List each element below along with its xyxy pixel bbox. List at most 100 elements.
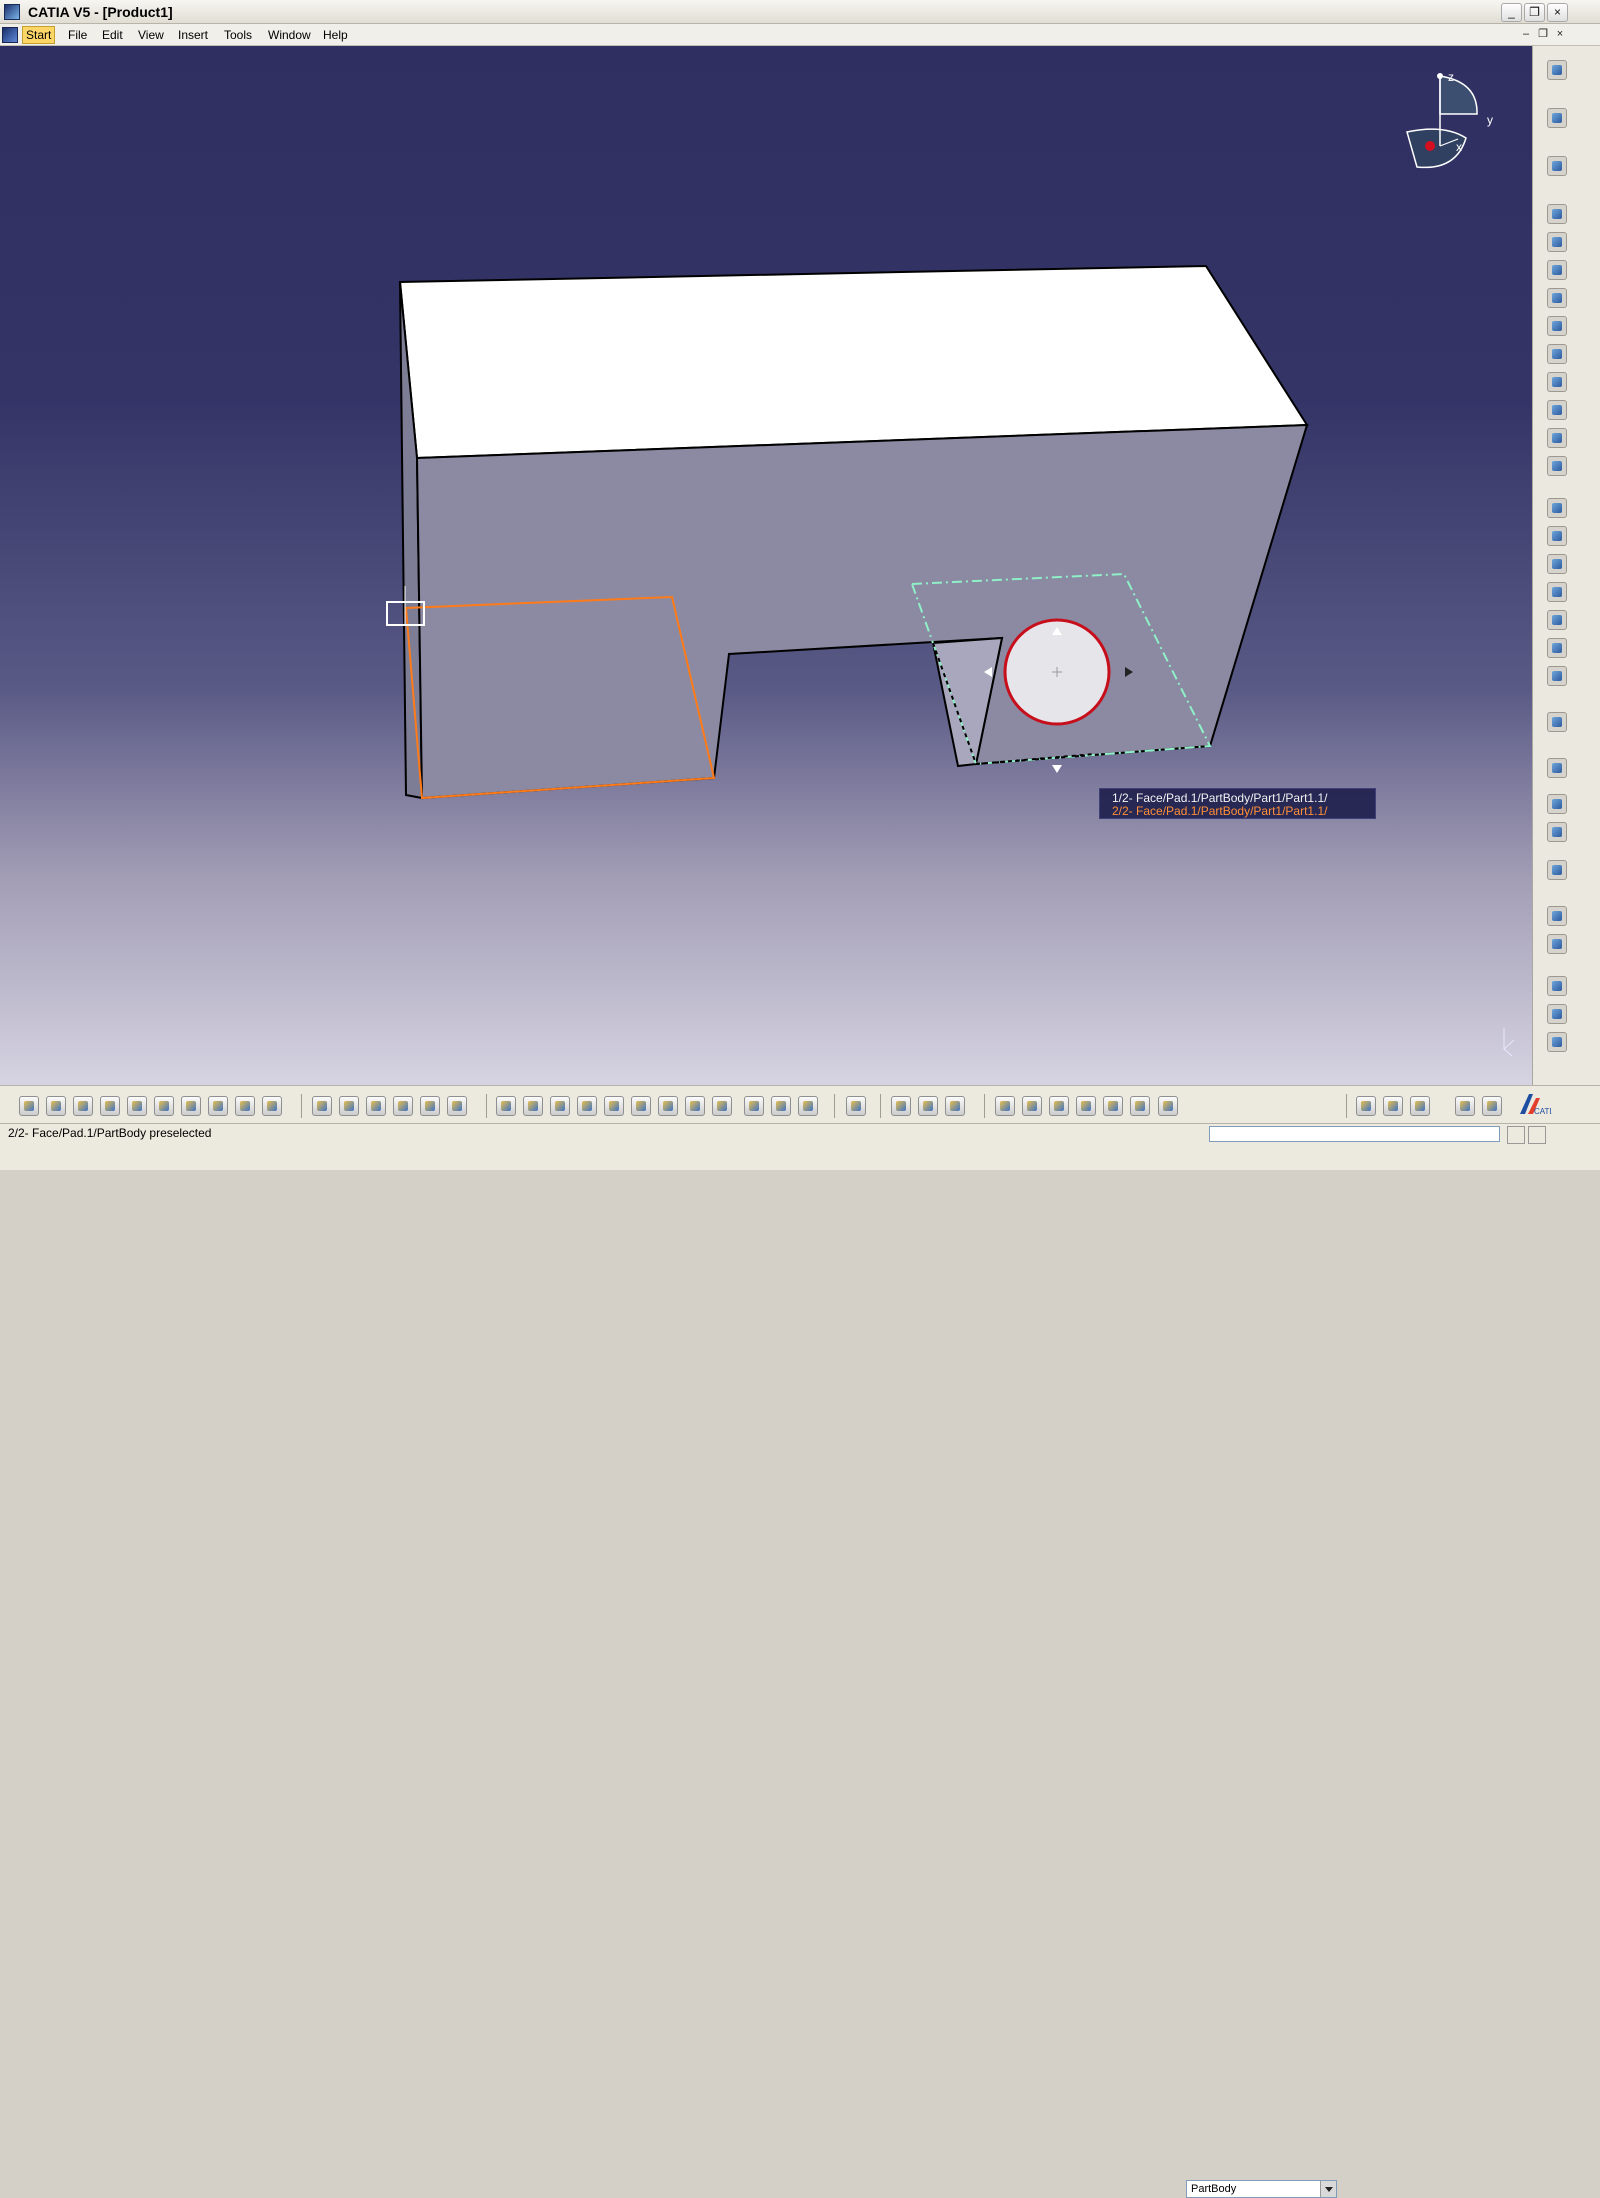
status-button-2[interactable] [1528, 1126, 1546, 1144]
analysis-icon[interactable] [1547, 906, 1567, 926]
toolbar-separator [880, 1094, 881, 1118]
split-icon[interactable] [1547, 666, 1567, 686]
multi-view-icon[interactable] [685, 1096, 705, 1116]
pocket-icon[interactable] [1547, 232, 1567, 252]
pan-icon[interactable] [550, 1096, 570, 1116]
minimize-window-button[interactable]: _ [1501, 3, 1522, 22]
table-icon[interactable] [393, 1096, 413, 1116]
apply-material-icon[interactable] [1547, 1032, 1567, 1052]
measure-item-icon[interactable] [918, 1096, 938, 1116]
shading-icon[interactable] [744, 1096, 764, 1116]
help-icon[interactable] [262, 1096, 282, 1116]
command-input[interactable] [1209, 1126, 1500, 1142]
formula-icon[interactable] [312, 1096, 332, 1116]
knowledge-icon[interactable] [366, 1096, 386, 1116]
menu-tools[interactable]: Tools [222, 28, 254, 42]
swap-space-icon[interactable] [798, 1096, 818, 1116]
new-icon[interactable] [19, 1096, 39, 1116]
cut-icon[interactable] [127, 1096, 147, 1116]
remove-icon[interactable] [1547, 456, 1567, 476]
text-icon[interactable] [1547, 976, 1567, 996]
axis-system-icon[interactable] [1547, 638, 1567, 658]
workbench-icon[interactable] [846, 1096, 866, 1116]
surface-icon[interactable] [1356, 1096, 1376, 1116]
thickness-icon[interactable] [1547, 610, 1567, 630]
active-body-select[interactable]: PartBody [1186, 2180, 1337, 2198]
open-icon[interactable] [46, 1096, 66, 1116]
chevron-down-icon[interactable] [1320, 2181, 1336, 2197]
datum-icon[interactable] [1547, 1004, 1567, 1024]
lock-icon[interactable] [420, 1096, 440, 1116]
parameters-icon[interactable] [447, 1096, 467, 1116]
save-icon[interactable] [73, 1096, 93, 1116]
iso-view-icon[interactable] [712, 1096, 732, 1116]
status-bar: 2/2- Face/Pad.1/PartBody preselected [0, 1123, 1600, 1170]
menu-help[interactable]: Help [321, 28, 350, 42]
paste-icon[interactable] [181, 1096, 201, 1116]
draft-icon[interactable] [1547, 554, 1567, 574]
wireframe-icon[interactable] [1383, 1096, 1403, 1116]
pad-icon[interactable] [1547, 204, 1567, 224]
catia-logo-text: CATIA [1534, 1107, 1552, 1116]
document-icon [2, 27, 18, 43]
menu-view[interactable]: View [136, 28, 166, 42]
settings-icon[interactable] [1547, 60, 1567, 80]
pattern-icon[interactable] [1547, 794, 1567, 814]
compass-axis-z: z [1448, 70, 1454, 84]
shaft-icon[interactable] [1547, 260, 1567, 280]
snap-icon[interactable] [1049, 1096, 1069, 1116]
document-close-button[interactable]: × [1552, 27, 1568, 43]
list-icon[interactable] [1130, 1096, 1150, 1116]
measure-between-icon[interactable] [891, 1096, 911, 1116]
constraint-icon[interactable] [1547, 758, 1567, 778]
translate-icon[interactable] [1547, 712, 1567, 732]
hide-show-icon[interactable] [771, 1096, 791, 1116]
menu-edit[interactable]: Edit [100, 28, 125, 42]
multi-section-icon[interactable] [1547, 428, 1567, 448]
document-restore-button[interactable]: ❐ [1535, 27, 1551, 43]
zoom-in-icon[interactable] [604, 1096, 624, 1116]
slot-icon[interactable] [1547, 372, 1567, 392]
menu-insert[interactable]: Insert [176, 28, 210, 42]
select-icon[interactable] [1547, 108, 1567, 128]
print-icon[interactable] [100, 1096, 120, 1116]
shell-icon[interactable] [1547, 582, 1567, 602]
menu-bar: Start File Edit View Insert Tools Window… [0, 24, 1600, 46]
define-in-work-object-icon[interactable] [1158, 1096, 1178, 1116]
axis-system-bottom-icon[interactable] [1022, 1096, 1042, 1116]
hole-icon[interactable] [1547, 316, 1567, 336]
menu-file[interactable]: File [66, 28, 89, 42]
measure-icon[interactable] [1547, 860, 1567, 880]
menu-start[interactable]: Start [22, 26, 56, 44]
comment-icon[interactable] [339, 1096, 359, 1116]
annotation-icon[interactable] [1547, 934, 1567, 954]
menu-window[interactable]: Window [266, 28, 313, 42]
rib-icon[interactable] [1547, 344, 1567, 364]
insert-body-icon[interactable] [1076, 1096, 1096, 1116]
rotate-icon[interactable] [577, 1096, 597, 1116]
layers-icon[interactable] [1455, 1096, 1475, 1116]
cut-part-icon[interactable] [1103, 1096, 1123, 1116]
layers-alt-icon[interactable] [1482, 1096, 1502, 1116]
3d-viewport[interactable]: z y x 1/2- Face/Pad.1/PartBody/Part1/Par… [0, 46, 1532, 1085]
undo-icon[interactable] [208, 1096, 228, 1116]
status-button[interactable] [1507, 1126, 1525, 1144]
fit-all-icon[interactable] [523, 1096, 543, 1116]
apply-material-bottom-icon[interactable] [945, 1096, 965, 1116]
copy-icon[interactable] [154, 1096, 174, 1116]
grid-pattern-icon[interactable] [1547, 822, 1567, 842]
document-minimize-button[interactable]: – [1518, 27, 1534, 43]
restore-window-button[interactable]: ❐ [1524, 3, 1545, 22]
redo-icon[interactable] [235, 1096, 255, 1116]
chamfer-icon[interactable] [1547, 526, 1567, 546]
solid-combine-icon[interactable] [1547, 400, 1567, 420]
update-icon[interactable] [995, 1096, 1015, 1116]
fillet-icon[interactable] [1547, 498, 1567, 518]
sketch-icon[interactable] [1547, 156, 1567, 176]
close-window-button[interactable]: × [1547, 3, 1568, 22]
render-icon[interactable] [1410, 1096, 1430, 1116]
normal-view-icon[interactable] [658, 1096, 678, 1116]
groove-icon[interactable] [1547, 288, 1567, 308]
zoom-out-icon[interactable] [631, 1096, 651, 1116]
fly-mode-icon[interactable] [496, 1096, 516, 1116]
